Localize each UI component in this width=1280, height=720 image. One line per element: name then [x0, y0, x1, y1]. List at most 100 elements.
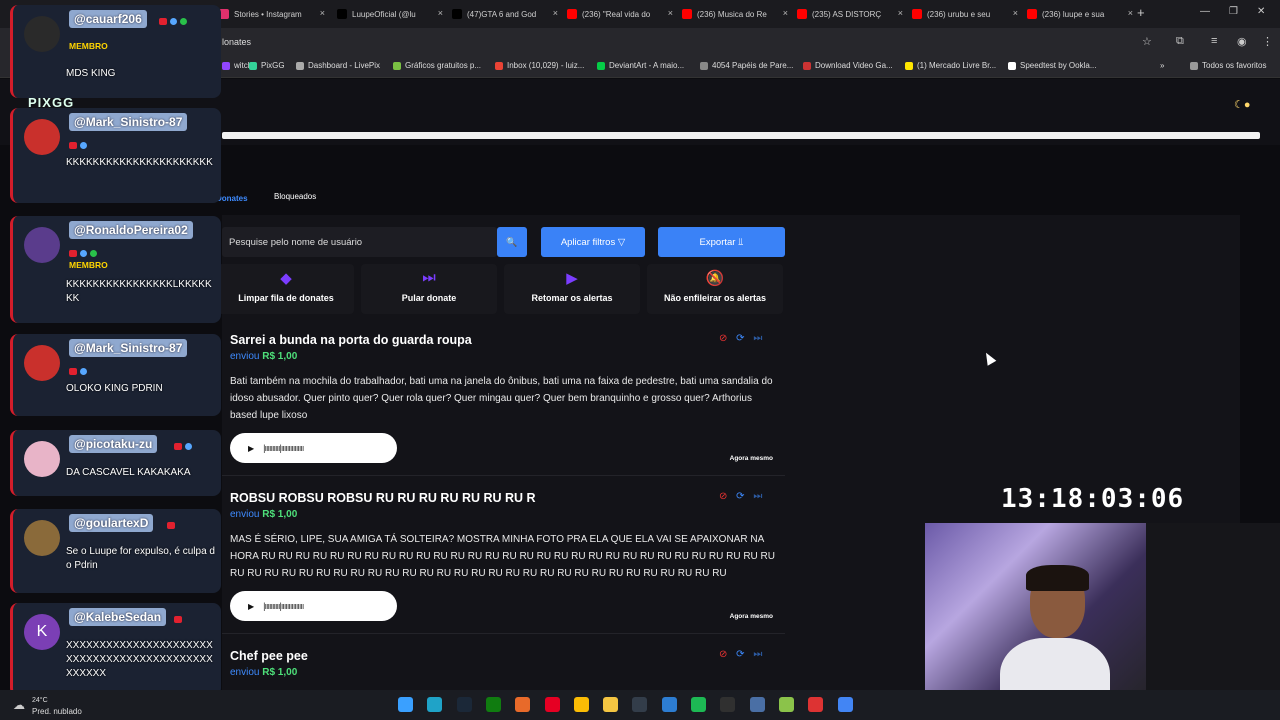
browser-tab[interactable]: (236) urubu e seu ×	[908, 4, 1020, 24]
bookmark-favicon-icon	[803, 61, 811, 70]
terminal-icon[interactable]	[632, 697, 648, 712]
skip-icon[interactable]: ⏭	[753, 649, 762, 660]
action-eraser-button[interactable]: ◆ Limpar fila de donates	[218, 264, 354, 314]
bookmark-item[interactable]: PixGG	[249, 61, 285, 70]
replay-icon[interactable]: ⟳	[736, 649, 744, 660]
browser-tab[interactable]: (236) "Real vida do ×	[563, 4, 675, 24]
chat-badges	[69, 142, 90, 151]
search-input[interactable]: Pesquise pelo nome de usuário	[222, 227, 497, 257]
action-skip-button[interactable]: ⏭ Pular donate	[361, 264, 497, 314]
edge-icon[interactable]	[427, 697, 443, 712]
bookmark-item[interactable]: (1) Mercado Livre Br...	[905, 61, 996, 70]
sent-label: enviou	[230, 351, 260, 362]
block-icon[interactable]: ⊘	[719, 649, 727, 660]
tab-blocked[interactable]: Bloqueados	[274, 192, 316, 201]
bookmark-item[interactable]: Speedtest by Ookla...	[1008, 61, 1097, 70]
audio-player[interactable]: ▶ |ıııııııııı|ııııııııııııııı	[230, 433, 397, 463]
browser-tab[interactable]: (236) luupe e sua ×	[1023, 4, 1135, 24]
bookmark-item[interactable]: DeviantArt - A maio...	[597, 61, 684, 70]
browser-tab[interactable]: Stories • Instagram ×	[215, 4, 327, 24]
weather-widget[interactable]: 24°C Pred. nublado	[32, 697, 82, 716]
notes-icon[interactable]	[661, 697, 677, 712]
close-tab-icon[interactable]: ×	[438, 8, 443, 18]
close-tab-icon[interactable]: ×	[668, 8, 673, 18]
block-icon[interactable]: ⊘	[719, 491, 727, 502]
bookmark-item[interactable]: Inbox (10,029) - luiz...	[495, 61, 584, 70]
menu-icon[interactable]: ⋮	[1262, 35, 1273, 48]
media-icon[interactable]: ≡	[1211, 35, 1217, 47]
app2-icon[interactable]	[808, 697, 824, 712]
play-icon[interactable]: ▶	[248, 602, 254, 611]
member-badge: MEMBRO	[69, 41, 108, 51]
bookmarks-more-button[interactable]: »	[1160, 61, 1164, 70]
close-tab-icon[interactable]: ×	[898, 8, 903, 18]
action-play-button[interactable]: ▶ Retomar os alertas	[504, 264, 640, 314]
replay-icon[interactable]: ⟳	[736, 491, 744, 502]
start-icon[interactable]	[398, 697, 413, 712]
explorer-icon[interactable]	[603, 697, 619, 712]
avatar	[24, 345, 60, 381]
calc-icon[interactable]	[749, 697, 765, 712]
skip-icon[interactable]: ⏭	[753, 333, 762, 344]
search-button[interactable]: 🔍	[497, 227, 527, 257]
xbox-icon[interactable]	[485, 697, 501, 712]
theme-toggle-icon[interactable]: ☾●	[1234, 98, 1251, 111]
play-icon[interactable]: ▶	[248, 444, 254, 453]
replay-icon[interactable]: ⟳	[736, 333, 744, 344]
tab-favicon-icon	[452, 9, 462, 19]
tab-label: (236) urubu e seu	[927, 9, 991, 19]
action-label: Não enfileirar os alertas	[663, 293, 767, 303]
game-icon[interactable]	[778, 697, 794, 712]
weather-desc: Pred. nublado	[32, 707, 82, 716]
chat-message: K @KalebeSedan XXXXXXXXXXXXXXXXXXXXXXXXX…	[10, 603, 221, 696]
maximize-button[interactable]: ❐	[1229, 6, 1238, 17]
skip-icon[interactable]: ⏭	[753, 491, 762, 502]
export-button[interactable]: Exportar ⫫	[658, 227, 785, 257]
profile-icon[interactable]: ◉	[1237, 35, 1247, 48]
browser-tab[interactable]: LuupeOficial (@lu ×	[333, 4, 445, 24]
donation-title: ROBSU ROBSU ROBSU RU RU RU RU RU RU RU R	[230, 491, 536, 505]
close-tab-icon[interactable]: ×	[1013, 8, 1018, 18]
app-icon[interactable]	[515, 697, 531, 712]
bookmark-favicon-icon	[700, 61, 708, 70]
bookmark-item[interactable]: Gráficos gratuitos p...	[393, 61, 481, 70]
close-tab-icon[interactable]: ×	[783, 8, 788, 18]
url-field[interactable]: lonates	[222, 37, 251, 47]
minimize-button[interactable]: —	[1200, 6, 1210, 17]
browser-tab[interactable]: (236) Musica do Re ×	[678, 4, 790, 24]
youtube-badge-icon	[166, 522, 175, 529]
bookmark-item[interactable]: Dashboard - LivePix	[296, 61, 380, 70]
pinterest-icon[interactable]	[544, 697, 560, 712]
spotify-icon[interactable]	[691, 697, 706, 712]
close-window-button[interactable]: ✕	[1257, 6, 1265, 17]
tab-favicon-icon	[567, 9, 577, 19]
all-favorites[interactable]: Todos os favoritos	[1190, 61, 1266, 70]
extensions-icon[interactable]: ⧉	[1176, 35, 1184, 48]
donation-time: Agora mesmo	[729, 455, 773, 462]
steam-icon[interactable]	[456, 697, 472, 712]
chat-badges	[174, 443, 195, 452]
close-tab-icon[interactable]: ×	[320, 8, 325, 18]
all-favorites-label: Todos os favoritos	[1202, 61, 1267, 70]
close-tab-icon[interactable]: ×	[1128, 8, 1133, 18]
tab-label: LuupeOficial (@lu	[352, 9, 416, 19]
new-tab-button[interactable]: +	[1137, 5, 1145, 20]
apply-filters-button[interactable]: Aplicar filtros ▽	[541, 227, 645, 257]
star-icon[interactable]: ☆	[1142, 35, 1152, 48]
browser-tab[interactable]: (47)GTA 6 and God ×	[448, 4, 560, 24]
tab-label: (236) "Real vida do	[582, 9, 651, 19]
bookmark-item[interactable]: witch	[222, 61, 252, 70]
chat-username: @cauarf206	[69, 10, 147, 28]
chat-username: @Mark_Sinistro-87	[69, 339, 188, 357]
audio-player[interactable]: ▶ |ıııııııııı|ııııııııııııııı	[230, 591, 397, 621]
browser-tab[interactable]: (235) AS DISTORÇ ×	[793, 4, 905, 24]
obs-icon[interactable]	[720, 697, 736, 712]
chrome2-icon[interactable]	[837, 697, 853, 712]
donation-card: ROBSU ROBSU ROBSU RU RU RU RU RU RU RU R…	[222, 479, 785, 634]
action-bell-off-button[interactable]: 🔕 Não enfileirar os alertas	[647, 264, 783, 314]
block-icon[interactable]: ⊘	[719, 333, 727, 344]
bookmark-item[interactable]: Download Video Ga...	[803, 61, 893, 70]
bookmark-item[interactable]: 4054 Papéis de Pare...	[700, 61, 793, 70]
chrome-icon[interactable]	[573, 697, 589, 712]
close-tab-icon[interactable]: ×	[553, 8, 558, 18]
